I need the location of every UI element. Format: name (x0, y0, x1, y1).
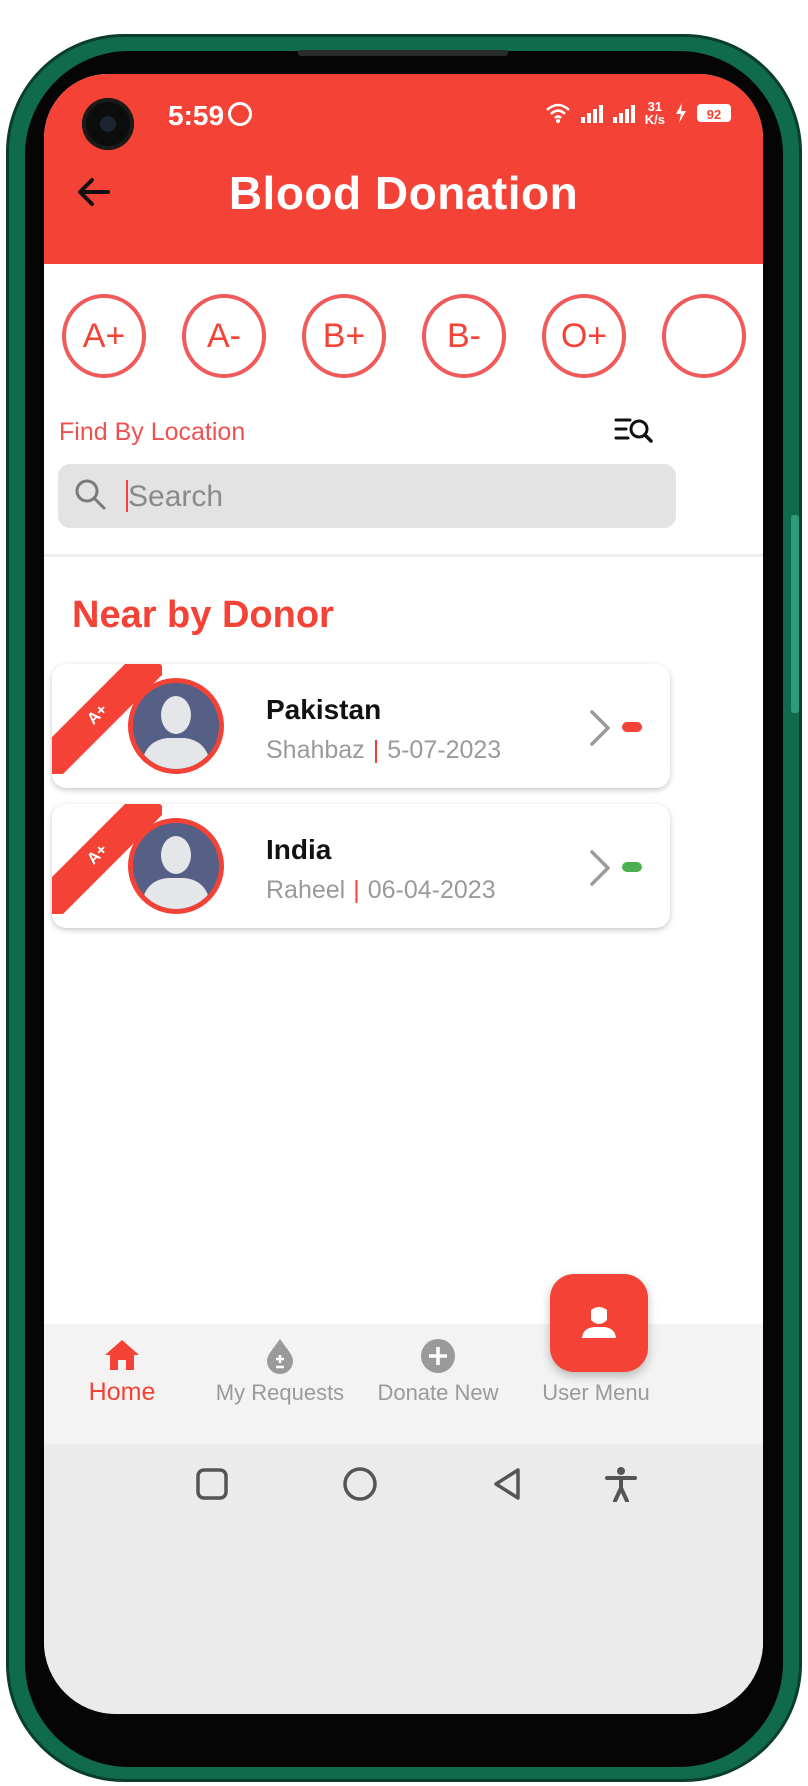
search-bar (58, 464, 676, 528)
nav-my-requests[interactable]: My Requests (190, 1338, 370, 1406)
find-by-location-label[interactable]: Find By Location (59, 418, 245, 447)
avatar (128, 818, 224, 914)
text-caret (126, 480, 128, 512)
filter-search-icon (614, 418, 653, 443)
donor-country: India (266, 834, 332, 865)
battery-indicator: 92 (697, 104, 731, 122)
blood-group-partial[interactable] (662, 294, 746, 378)
blood-group-b-pos[interactable]: B+ (302, 294, 386, 378)
earpiece (298, 50, 508, 56)
section-title: Near by Donor (72, 594, 334, 636)
donor-date: 06-04-2023 (367, 876, 496, 904)
user-icon (582, 1307, 616, 1338)
status-icons: 31 K/s 92 (545, 100, 731, 126)
search-input[interactable] (126, 474, 650, 520)
avatar (128, 678, 224, 774)
meta-separator: | (353, 876, 360, 904)
blood-group-selector: A+ A- B+ B- O+ (62, 294, 763, 378)
home-icon (105, 1340, 139, 1370)
donor-country: Pakistan (266, 694, 382, 725)
nav-label: Home (88, 1378, 156, 1406)
donor-meta: Raheel | 06-04-2023 (266, 876, 496, 905)
nav-home[interactable]: Home (44, 1338, 212, 1407)
net-speed-unit: K/s (644, 112, 665, 127)
status-indicator (622, 862, 642, 872)
app-screen: 5:59 31 K/s 92 Blood Donation A+ A- B+ B… (44, 74, 763, 1714)
signal-icon (580, 103, 603, 123)
back-triangle-icon[interactable] (490, 1466, 526, 1502)
search-icon (75, 479, 106, 510)
section-divider (44, 554, 763, 557)
donor-date: 5-07-2023 (387, 736, 502, 764)
chevron-right-icon (590, 850, 610, 886)
nav-label: My Requests (215, 1380, 345, 1405)
user-menu-fab[interactable] (550, 1274, 648, 1372)
donor-meta: Shahbaz | 5-07-2023 (266, 736, 501, 765)
wifi-icon (545, 103, 570, 123)
net-speed: 31 K/s (645, 100, 665, 126)
donor-name: Shahbaz (266, 736, 365, 764)
sync-icon (228, 102, 252, 126)
donor-name: Raheel (266, 876, 346, 904)
bottom-navigation: Home My Requests Donate New User Menu (44, 1324, 763, 1444)
person-silhouette-icon (133, 683, 219, 769)
meta-separator: | (372, 736, 380, 764)
page-title: Blood Donation (228, 167, 579, 219)
add-circle-icon (421, 1339, 455, 1373)
filter-search-button[interactable] (614, 414, 654, 448)
chevron-right-icon (590, 710, 610, 746)
blood-group-b-neg[interactable]: B- (422, 294, 506, 378)
person-silhouette-icon (133, 823, 219, 909)
signal-icon-2 (612, 103, 635, 123)
accessibility-icon[interactable] (604, 1466, 638, 1502)
nav-donate-new[interactable]: Donate New (348, 1338, 528, 1406)
nav-label: Donate New (377, 1380, 499, 1405)
donor-card[interactable]: A+ Pakistan Shahbaz | 5-07-2023 (52, 664, 670, 788)
blood-group-o-pos[interactable]: O+ (542, 294, 626, 378)
recents-icon[interactable] (194, 1466, 230, 1502)
blood-group-a-pos[interactable]: A+ (62, 294, 146, 378)
donor-card[interactable]: A+ India Raheel | 06-04-2023 (52, 804, 670, 928)
app-header: 5:59 31 K/s 92 Blood Donation (44, 74, 763, 264)
blood-drop-icon (267, 1339, 293, 1374)
status-time: 5:59 (168, 100, 225, 131)
status-indicator (622, 722, 642, 732)
side-key (791, 515, 799, 713)
camera-hole (82, 98, 134, 150)
nav-label: User Menu (542, 1380, 650, 1405)
charging-icon (676, 103, 686, 123)
blood-group-a-neg[interactable]: A- (182, 294, 266, 378)
home-circle-icon[interactable] (340, 1466, 380, 1502)
system-navigation-bar (44, 1444, 763, 1714)
